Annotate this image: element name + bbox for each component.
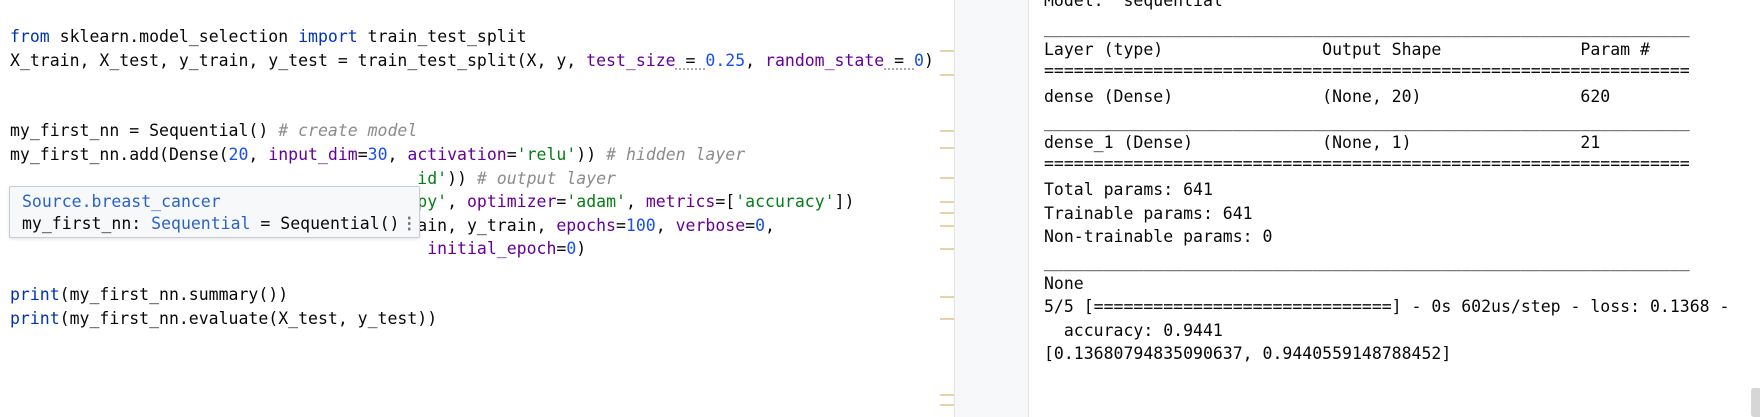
code-text: ,: [625, 192, 646, 211]
number-literal: 20: [228, 145, 249, 164]
code-text: ): [923, 51, 934, 70]
string-literal: 'accuracy': [735, 192, 835, 211]
change-marker[interactable]: [940, 225, 954, 227]
code-line-4[interactable]: my_first_nn.add(Dense(20, input_dim=30, …: [10, 142, 745, 168]
kwarg-input-dim: input_dim: [268, 145, 358, 164]
code-editor[interactable]: from sklearn.model_selection import trai…: [0, 0, 936, 417]
code-text: =[: [715, 192, 736, 211]
imported-name: train_test_split: [357, 27, 527, 46]
console-line: 5/5 [==============================] - 0…: [1044, 297, 1730, 316]
code-text: ,: [745, 51, 766, 70]
code-text: =: [556, 239, 567, 258]
kwarg-optimizer: optimizer: [466, 192, 557, 211]
change-marker[interactable]: [940, 74, 954, 76]
code-text: ): [576, 239, 587, 258]
code-text: =: [884, 51, 915, 70]
code-text: )): [447, 169, 467, 188]
code-text: =: [745, 216, 756, 235]
console-line: dense (Dense) (None, 20) 620: [1044, 87, 1680, 106]
string-literal: id': [417, 169, 448, 188]
number-literal: 0: [755, 216, 766, 235]
ide-window: from sklearn.model_selection import trai…: [0, 0, 1760, 417]
code-text: ,: [387, 145, 408, 164]
change-marker[interactable]: [940, 50, 954, 52]
keyword-import: import: [298, 27, 358, 46]
quick-doc-tooltip[interactable]: Source.breast_cancer my_first_nn: Sequen…: [9, 186, 420, 238]
kwarg-epochs: epochs: [556, 216, 616, 235]
code-text: =: [506, 145, 517, 164]
module-name: sklearn.model_selection: [49, 27, 299, 46]
tooltip-module-link[interactable]: Source.breast_cancer: [22, 191, 221, 213]
number-literal: 30: [367, 145, 388, 164]
number-literal: 0: [914, 51, 924, 70]
change-marker[interactable]: [940, 201, 954, 203]
editor-gutter: [940, 0, 954, 417]
code-comment: # hidden layer: [596, 145, 746, 164]
console-line: [0.13680794835090637, 0.9440559148788452…: [1044, 344, 1452, 363]
code-comment: # output layer: [466, 169, 616, 188]
change-marker[interactable]: [940, 177, 954, 179]
code-text: ,: [655, 216, 676, 235]
console-scrollbar-thumb[interactable]: [1751, 388, 1760, 417]
change-marker[interactable]: [940, 394, 954, 396]
kwarg-activation: activation: [407, 145, 507, 164]
more-options-icon[interactable]: ⋮: [401, 213, 418, 235]
console-side-strip: [955, 0, 1028, 417]
change-marker[interactable]: [940, 130, 954, 132]
console-line: Non-trainable params: 0: [1044, 227, 1273, 246]
code-line-3[interactable]: my_first_nn = Sequential() # create mode…: [10, 118, 417, 144]
console-line: Model: "sequential": [1044, 0, 1233, 10]
code-text: ,: [248, 145, 269, 164]
code-line-8[interactable]: initial_epoch=0): [10, 236, 586, 262]
code-text: ]): [834, 192, 855, 211]
change-marker[interactable]: [940, 296, 954, 298]
code-text: my_first_nn.add(Dense(: [10, 145, 229, 164]
keyword-print: print: [10, 285, 60, 304]
change-marker[interactable]: [940, 147, 954, 149]
code-line-10[interactable]: print(my_first_nn.evaluate(X_test, y_tes…: [10, 306, 437, 332]
number-literal: 0.25: [705, 51, 746, 70]
tooltip-value: = Sequential(): [250, 214, 400, 233]
run-console-output[interactable]: Model: "sequential" ____________________…: [1029, 0, 1760, 417]
code-text: =: [615, 216, 626, 235]
code-text: =: [357, 145, 368, 164]
console-line: ========================================…: [1044, 61, 1690, 80]
change-marker[interactable]: [940, 318, 954, 320]
console-line: ________________________________________…: [1044, 252, 1690, 271]
console-line: Total params: 641: [1044, 180, 1213, 199]
keyword-print: print: [10, 309, 60, 328]
code-text: )): [576, 145, 597, 164]
code-text: =: [556, 192, 567, 211]
console-line: ========================================…: [1044, 154, 1690, 173]
code-text: ,: [447, 192, 467, 211]
change-marker[interactable]: [940, 212, 954, 214]
change-marker[interactable]: [940, 248, 954, 250]
tooltip-variable: my_first_nn:: [22, 214, 152, 233]
code-text: my_first_nn = Sequential(): [10, 121, 269, 140]
change-marker[interactable]: [940, 404, 954, 406]
tooltip-signature: my_first_nn: Sequential = Sequential(): [22, 213, 400, 235]
kwarg-verbose: verbose: [675, 216, 746, 235]
code-line-2[interactable]: X_train, X_test, y_train, y_test = train…: [10, 48, 934, 74]
kwarg-initial-epoch: initial_epoch: [427, 239, 557, 258]
string-literal: 'adam': [566, 192, 626, 211]
tooltip-type-link[interactable]: Sequential: [151, 214, 250, 233]
string-literal: 'relu': [516, 145, 577, 164]
code-text: =: [675, 51, 706, 70]
code-text: X_train, X_test, y_train, y_test = train…: [10, 51, 587, 70]
number-literal: 100: [625, 216, 656, 235]
kwarg-random-state: random_state: [765, 51, 885, 70]
code-text: (my_first_nn.evaluate(X_test, y_test)): [59, 309, 438, 328]
kwarg-test-size: test_size: [586, 51, 676, 70]
kwarg-metrics: metrics: [645, 192, 716, 211]
code-line-9[interactable]: print(my_first_nn.summary()): [10, 282, 288, 308]
code-comment: # create model: [268, 121, 418, 140]
code-line-1[interactable]: from sklearn.model_selection import trai…: [10, 24, 527, 50]
code-text: ,: [765, 216, 775, 235]
code-text: (my_first_nn.summary()): [59, 285, 289, 304]
keyword-from: from: [10, 27, 50, 46]
number-literal: 0: [566, 239, 577, 258]
